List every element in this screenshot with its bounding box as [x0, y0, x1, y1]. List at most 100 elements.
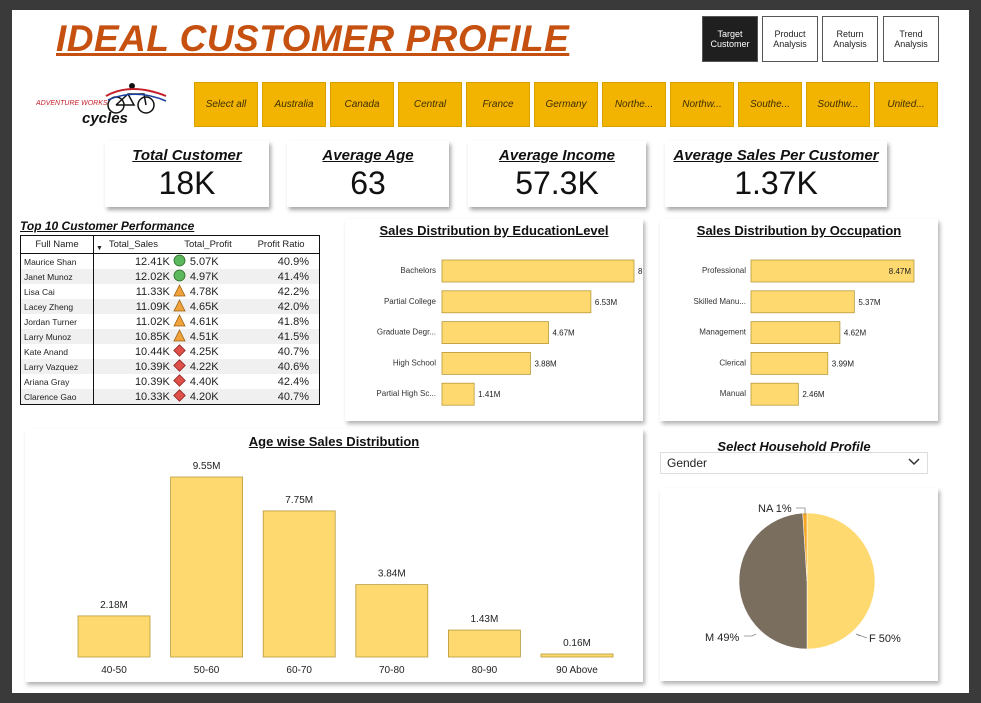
bar[interactable] — [540, 653, 614, 658]
data-label: 2.18M — [100, 600, 128, 611]
bar[interactable] — [441, 259, 635, 283]
bar[interactable] — [750, 290, 855, 314]
col-header-total-sales[interactable]: Total_Sales ▼ — [93, 235, 173, 254]
occupation-bar-chart: Professional 8.47M Skilled Manu... 5.37M Man… — [694, 259, 915, 406]
table-row[interactable]: Ariana Gray 10.39K 4.40K 42.4% — [20, 374, 320, 389]
region-slicer-united[interactable]: United... — [874, 82, 938, 127]
table-row[interactable]: Larry Munoz 10.85K 4.51K 41.5% — [20, 329, 320, 344]
education-bar-chart: Bachelors 8.42M Partial College 6.53M Gradua… — [376, 259, 661, 406]
table-row[interactable]: Lacey Zheng 11.09K 4.65K 42.0% — [20, 299, 320, 314]
region-slicer-germany[interactable]: Germany — [534, 82, 598, 127]
data-label: 8.47M — [889, 267, 912, 276]
cell-sales: 10.44K — [134, 345, 170, 358]
region-slicer-select-all[interactable]: Select all — [194, 82, 258, 127]
cell-sales: 11.09K — [93, 299, 173, 314]
age-chart-panel: Age wise Sales Distribution 2.18M 40-50 9.… — [25, 429, 643, 682]
cell-profit: 4.78K — [189, 285, 219, 298]
kpi-value: 18K — [158, 165, 216, 201]
data-label: 4.62M — [844, 329, 867, 338]
bar[interactable] — [750, 382, 799, 406]
table-row[interactable]: Clarence Gao 10.33K 4.20K 40.7% — [20, 389, 320, 405]
col-header-total-profit[interactable]: Total_Profit — [172, 235, 244, 254]
education-chart-panel: Sales Distribution by EducationLevel Bac… — [345, 219, 661, 421]
region-slicer-southw[interactable]: Southw... — [806, 82, 870, 127]
category-label: Management — [699, 328, 746, 337]
cell-name: Maurice Shan — [20, 253, 94, 269]
cell-ratio: 42.0% — [243, 299, 320, 314]
orange-triangle-icon — [173, 329, 186, 342]
pie-slice-m[interactable] — [738, 512, 808, 650]
bar[interactable] — [447, 629, 521, 658]
bar[interactable] — [750, 352, 829, 375]
cell-profit: 4.51K — [186, 329, 244, 344]
age-chart-title: Age wise Sales Distribution — [248, 434, 420, 449]
nav-button-target-customer[interactable]: Target Customer — [702, 16, 758, 62]
data-label: 2.46M — [802, 390, 825, 399]
gender-pie-panel: F 50% M 49% NA 1% — [660, 488, 938, 681]
table-row[interactable]: Janet Munoz 12.02K 4.97K 41.4% — [20, 269, 320, 284]
nav-button-product-analysis[interactable]: Product Analysis — [762, 16, 818, 62]
age-bar-chart: 2.18M 40-50 9.55M 50-60 7.75M 60-70 3.84M 70-80… — [77, 461, 614, 676]
orange-triangle-icon — [173, 299, 186, 312]
green-circle-icon — [173, 254, 186, 267]
cell-name: Lacey Zheng — [20, 299, 94, 314]
table-row[interactable]: Maurice Shan 12.41K 5.07K 40.9% — [20, 253, 320, 270]
occupation-chart-panel: Sales Distribution by Occupation Profess… — [660, 219, 938, 421]
kpi-indicator-cell — [173, 254, 187, 270]
kpi-label: Total Customer — [132, 147, 242, 164]
region-slicer-australia[interactable]: Australia — [262, 82, 326, 127]
bar[interactable] — [441, 321, 549, 344]
table-row[interactable]: Jordan Turner 11.02K 4.61K 41.8% — [20, 314, 320, 329]
bar[interactable] — [77, 615, 151, 658]
region-slicer-canada[interactable]: Canada — [330, 82, 394, 127]
cell-ratio: 40.7% — [243, 389, 320, 405]
cell-name: Clarence Gao — [20, 389, 94, 405]
cell-ratio: 41.8% — [277, 315, 309, 328]
region-slicer-northe[interactable]: Northe... — [602, 82, 666, 127]
bar[interactable] — [750, 321, 841, 344]
bar[interactable] — [441, 352, 531, 375]
kpi-value: 1.37K — [734, 165, 818, 201]
pie-label-f: F 50% — [869, 633, 901, 645]
region-slicer-southe[interactable]: Southe... — [738, 82, 802, 127]
cell-ratio: 40.7% — [277, 345, 309, 358]
cell-ratio: 41.4% — [243, 269, 320, 284]
table-row[interactable]: Larry Vazquez 10.39K 4.22K 40.6% — [20, 359, 320, 374]
region-slicer-northw[interactable]: Northw... — [670, 82, 734, 127]
category-label: Bachelors — [400, 266, 436, 275]
bar[interactable] — [262, 510, 336, 658]
cell-profit: 4.40K — [189, 375, 219, 388]
cell-name: Larry Munoz — [20, 329, 94, 344]
page-title: IDEAL CUSTOMER PROFILE — [56, 18, 570, 59]
pie-label-m: M 49% — [705, 632, 739, 644]
region-slicer-france[interactable]: France — [466, 82, 530, 127]
pie-slice-f[interactable] — [806, 512, 876, 650]
col-header-profit-ratio[interactable]: Profit Ratio — [243, 235, 320, 254]
cell-ratio: 40.6% — [243, 359, 320, 374]
cell-sales: 12.02K — [93, 269, 173, 284]
table-row[interactable]: Kate Anand 10.44K 4.25K 40.7% — [20, 344, 320, 359]
nav-button-trend-analysis[interactable]: Trend Analysis — [883, 16, 939, 62]
data-label: 3.99M — [832, 359, 855, 368]
household-dropdown[interactable]: Gender — [660, 452, 928, 474]
table-row[interactable]: Lisa Cai 11.33K 4.78K 42.2% — [20, 284, 320, 299]
cell-name: Jordan Turner — [20, 314, 94, 329]
kpi-label: Average Sales Per Customer — [673, 147, 879, 164]
data-label: 3.84M — [378, 569, 406, 580]
bar[interactable] — [170, 476, 244, 658]
col-header-full-name[interactable]: Full Name — [20, 235, 94, 254]
bar[interactable] — [441, 382, 475, 406]
green-circle-icon — [173, 269, 186, 282]
bar[interactable] — [441, 290, 592, 314]
category-label: Graduate Degr... — [377, 328, 436, 337]
nav-button-return-analysis[interactable]: Return Analysis — [822, 16, 878, 62]
cell-sales: 10.85K — [93, 329, 173, 344]
bar[interactable] — [355, 584, 429, 658]
occupation-chart-title: Sales Distribution by Occupation — [696, 223, 902, 238]
region-slicer-central[interactable]: Central — [398, 82, 462, 127]
kpi-indicator-cell — [172, 389, 187, 405]
cell-sales: 11.02K — [135, 315, 170, 328]
category-label: 90 Above — [556, 665, 598, 676]
data-label: 7.75M — [285, 495, 313, 506]
cell-sales: 10.39K — [134, 375, 170, 388]
